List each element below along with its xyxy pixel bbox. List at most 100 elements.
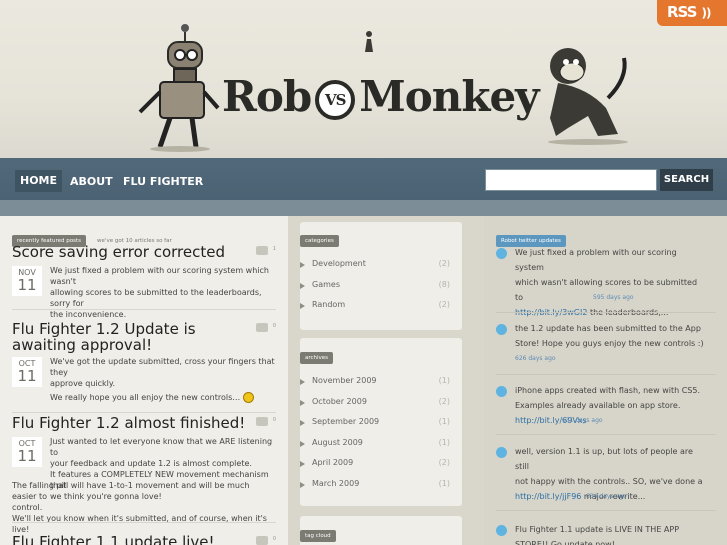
category-item[interactable]: Random (2)	[300, 298, 450, 318]
excerpt-line: We just fixed a problem with our scoring…	[50, 266, 269, 286]
comment-count: 0	[272, 417, 276, 423]
tweet-time[interactable]: 634 days ago	[586, 493, 627, 500]
post-date: OCT 11	[12, 357, 42, 387]
tweet-line: Examples already available on app store.	[515, 401, 681, 410]
archive-count: (2)	[438, 458, 450, 467]
tweet-line: We just fixed a problem with our scoring…	[515, 248, 677, 272]
excerpt-line: The falling pill will have 1-to-1 moveme…	[12, 481, 250, 501]
arrow-right-icon	[300, 283, 305, 289]
category-label: Development	[312, 259, 366, 268]
arrow-right-icon	[300, 420, 305, 426]
archive-label: April 2009	[312, 458, 354, 467]
comment-icon[interactable]	[256, 323, 268, 332]
post-day: 11	[17, 447, 37, 465]
tweet-text: the 1.2 update has been submitted to the…	[515, 321, 705, 351]
tweet-time[interactable]: 595 days ago	[593, 294, 634, 301]
monkey-illustration	[548, 48, 628, 145]
excerpt-line: We've got the update submitted, cross yo…	[50, 357, 275, 377]
arrow-right-icon	[300, 262, 305, 268]
tweet-item: iPhone apps created with flash, new with…	[496, 386, 716, 446]
main-nav: HOME ABOUT FLU FIGHTER SEARCH	[0, 158, 727, 200]
post-title[interactable]: Flu Fighter 1.2 almost finished!	[12, 415, 276, 431]
nav-home[interactable]: HOME	[15, 170, 62, 192]
arrow-right-icon	[300, 461, 305, 467]
excerpt-line: Just wanted to let everyone know that we…	[50, 437, 273, 457]
comment-count: 0	[272, 323, 276, 329]
archive-count: (1)	[438, 438, 450, 447]
tweet-line: well, version 1.1 is up, but lots of peo…	[515, 447, 693, 471]
tweet-divider	[496, 510, 716, 511]
post-divider	[12, 522, 276, 523]
comment-count: 1	[272, 246, 276, 252]
twitter-bird-icon	[496, 324, 507, 335]
archive-label: October 2009	[312, 397, 367, 406]
archive-count: (2)	[438, 397, 450, 406]
post-title[interactable]: Flu Fighter 1.1 update live!	[12, 534, 276, 545]
tweet-time[interactable]: 631 days ago	[562, 417, 603, 424]
tweet-link[interactable]: http://bit.ly/jjF96	[515, 492, 581, 501]
post-title[interactable]: Score saving error corrected	[12, 244, 276, 260]
category-item[interactable]: Development (2)	[300, 257, 450, 277]
excerpt-line: approve quickly.	[50, 379, 116, 388]
nav-flu-fighter[interactable]: FLU FIGHTER	[123, 171, 203, 193]
archive-item[interactable]: March 2009 (1)	[300, 477, 450, 497]
post-excerpt: We just fixed a problem with our scoring…	[50, 265, 276, 320]
archive-item[interactable]: August 2009 (1)	[300, 436, 450, 456]
post-date: OCT 11	[12, 437, 42, 467]
smiley-icon	[242, 392, 254, 403]
twitter-bird-icon	[496, 386, 507, 397]
arrow-right-icon	[300, 400, 305, 406]
twitter-column: Robot twitter updates We just fixed a pr…	[484, 216, 727, 545]
archive-count: (1)	[438, 479, 450, 488]
tweet-line: Flu Fighter 1.1 update is LIVE IN THE AP…	[515, 525, 680, 534]
archive-label: August 2009	[312, 438, 363, 447]
tweet-divider	[496, 374, 716, 375]
search-button[interactable]: SEARCH	[660, 169, 713, 191]
search-input[interactable]	[485, 169, 657, 191]
excerpt-line: control.	[12, 503, 43, 512]
excerpt-line: the inconvenience.	[50, 310, 127, 319]
archive-item[interactable]: September 2009 (1)	[300, 415, 450, 435]
post-item: Flu Fighter 1.2 Update is awaiting appro…	[12, 321, 276, 403]
post-date: NOV 11	[12, 266, 42, 296]
nav-about[interactable]: ABOUT	[70, 171, 113, 193]
site-logo[interactable]: Rob VS Monkey	[222, 72, 540, 121]
post-divider	[12, 412, 276, 413]
post-excerpt-full: The falling pill will have 1-to-1 moveme…	[12, 480, 276, 535]
category-count: (8)	[438, 280, 450, 289]
category-item[interactable]: Games (8)	[300, 278, 450, 298]
arrow-right-icon	[300, 441, 305, 447]
rss-button[interactable]: RSS))	[657, 0, 727, 26]
comment-count: 0	[272, 536, 276, 542]
post-day: 11	[17, 367, 37, 385]
post-divider	[12, 309, 276, 310]
category-count: (2)	[438, 259, 450, 268]
comment-icon[interactable]	[256, 246, 268, 255]
post-excerpt: We've got the update submitted, cross yo…	[50, 356, 276, 403]
site-header: Rob VS Monkey RSS))	[0, 0, 727, 158]
arrow-right-icon	[300, 482, 305, 488]
comment-icon[interactable]	[256, 536, 268, 545]
logo-monkey-text: Monkey	[359, 72, 539, 121]
tweet-line: the 1.2 update has been submitted to the…	[515, 324, 701, 333]
tweet-line: iPhone apps created with flash, new with…	[515, 386, 701, 395]
logo-robot-text: Rob	[222, 72, 312, 121]
tweet-item: We just fixed a problem with our scoring…	[496, 248, 716, 317]
tweet-text: iPhone apps created with flash, new with…	[515, 383, 705, 428]
archive-item[interactable]: November 2009 (1)	[300, 374, 450, 394]
archive-count: (1)	[438, 376, 450, 385]
tag-cloud-tag: tag cloud	[300, 530, 336, 542]
post-title[interactable]: Flu Fighter 1.2 Update is awaiting appro…	[12, 321, 252, 353]
comment-icon[interactable]	[256, 417, 268, 426]
twitter-bird-icon	[496, 248, 507, 259]
rss-icon: ))	[701, 6, 711, 20]
logo-vs-badge: VS	[315, 80, 356, 120]
tweet-time[interactable]: 626 days ago	[515, 355, 556, 362]
archive-item[interactable]: April 2009 (2)	[300, 456, 450, 476]
posts-column: recently featured posts we've got 10 art…	[0, 216, 288, 545]
archive-item[interactable]: October 2009 (2)	[300, 395, 450, 415]
tweet-text: Flu Fighter 1.1 update is LIVE IN THE AP…	[515, 522, 705, 545]
tweet-line: not happy with the controls.. SO, we've …	[515, 477, 703, 486]
post-item: Score saving error corrected 1 NOV 11 We…	[12, 244, 276, 319]
twitter-bird-icon	[496, 525, 507, 536]
